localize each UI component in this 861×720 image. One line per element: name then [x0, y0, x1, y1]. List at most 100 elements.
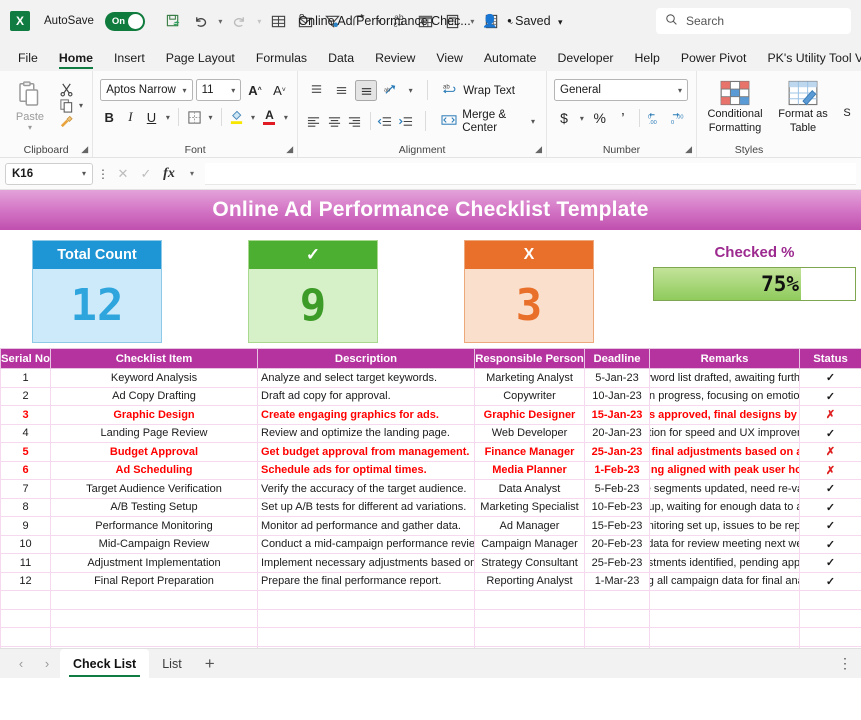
- table-row[interactable]: 3 Graphic Design Create engaging graphics …: [0, 405, 861, 425]
- cell-serial-no[interactable]: 3: [0, 405, 51, 425]
- cell-status[interactable]: ✓: [799, 479, 861, 499]
- undo-icon[interactable]: [188, 8, 214, 34]
- cell-remarks[interactable]: Key adjustments identified, pending appr…: [649, 553, 800, 573]
- cell-empty[interactable]: [257, 590, 475, 610]
- font-size-combo[interactable]: 11 ▾: [195, 79, 242, 101]
- cell-status[interactable]: ✗: [799, 442, 861, 462]
- cell-deadline[interactable]: 1-Mar-23: [584, 571, 650, 591]
- cell-serial-no[interactable]: 11: [0, 553, 51, 573]
- format-painter-icon[interactable]: [56, 114, 76, 129]
- cell-description[interactable]: Set up A/B tests for different ad variat…: [257, 497, 475, 517]
- cell-remarks[interactable]: Scheduling aligned with peak user hours: [649, 460, 800, 480]
- number-dialog-launcher-icon[interactable]: ◢: [685, 144, 692, 155]
- accounting-format-button[interactable]: $: [554, 107, 574, 129]
- cell-status[interactable]: ✓: [799, 386, 861, 406]
- table-row[interactable]: 9 Performance Monitoring Monitor ad perfor…: [0, 516, 861, 536]
- cell-description[interactable]: Review and optimize the landing page.: [257, 423, 475, 443]
- cell-responsible-person[interactable]: Media Planner: [474, 460, 585, 480]
- table-row[interactable]: 10 Mid-Campaign Review Conduct a mid-campa…: [0, 534, 861, 554]
- tab-help[interactable]: Help: [625, 48, 670, 71]
- cell-deadline[interactable]: 1-Feb-23: [584, 460, 650, 480]
- table-row[interactable]: 11 Adjustment Implementation Implement nec…: [0, 553, 861, 573]
- cell-deadline[interactable]: 20-Jan-23: [584, 423, 650, 443]
- cell-status[interactable]: ✓: [799, 534, 861, 554]
- cell-remarks[interactable]: Concepts approved, final designs by end …: [649, 405, 800, 425]
- column-header-status[interactable]: Status: [799, 348, 861, 369]
- cell-description[interactable]: Create engaging graphics for ads.: [257, 405, 475, 425]
- wrap-text-button[interactable]: ab Wrap Text: [439, 80, 519, 101]
- cell-empty[interactable]: [649, 608, 800, 628]
- conditional-formatting-button[interactable]: Conditional Formatting: [704, 77, 766, 136]
- fill-color-dropdown-icon[interactable]: ▾: [249, 106, 258, 128]
- italic-button[interactable]: I: [121, 106, 139, 128]
- cell-empty[interactable]: [50, 608, 258, 628]
- column-header-serial-no[interactable]: Serial No.: [0, 348, 51, 369]
- align-right-button[interactable]: [346, 111, 364, 132]
- tab-file[interactable]: File: [8, 48, 48, 71]
- cell-checklist-item[interactable]: Target Audience Verification: [50, 479, 258, 499]
- cell-empty[interactable]: [799, 608, 861, 628]
- cell-remarks[interactable]: Prepare data for review meeting next wee…: [649, 534, 800, 554]
- cell-deadline[interactable]: 15-Jan-23: [584, 405, 650, 425]
- cell-deadline[interactable]: 10-Jan-23: [584, 386, 650, 406]
- table-row[interactable]: 7 Target Audience Verification Verify the …: [0, 479, 861, 499]
- align-center-button[interactable]: [326, 111, 344, 132]
- insert-function-icon[interactable]: fx: [159, 166, 179, 182]
- tab-home[interactable]: Home: [49, 48, 103, 71]
- cell-serial-no[interactable]: 8: [0, 497, 51, 517]
- cell-empty[interactable]: [584, 608, 650, 628]
- saved-status[interactable]: • Saved: [507, 14, 550, 28]
- cell-empty[interactable]: [0, 627, 51, 647]
- table-row[interactable]: 2 Ad Copy Drafting Draft ad copy for appro…: [0, 386, 861, 406]
- cell-remarks[interactable]: Pending final adjustments based on ad te…: [649, 442, 800, 462]
- cell-remarks[interactable]: Tests setup, waiting for enough data to …: [649, 497, 800, 517]
- chevron-right-icon[interactable]: ›: [34, 656, 60, 671]
- cell-description[interactable]: Schedule ads for optimal times.: [257, 460, 475, 480]
- cell-serial-no[interactable]: 10: [0, 534, 51, 554]
- merge-center-dropdown-icon[interactable]: ▾: [531, 117, 535, 126]
- more-options-icon[interactable]: ⋮: [838, 655, 853, 672]
- table-row[interactable]: 6 Ad Scheduling Schedule ads for optimal t…: [0, 460, 861, 480]
- name-box-dropdown-icon[interactable]: ▾: [82, 169, 86, 178]
- underline-button[interactable]: U: [142, 106, 160, 128]
- cell-responsible-person[interactable]: Reporting Analyst: [474, 571, 585, 591]
- cell-empty[interactable]: [474, 590, 585, 610]
- cell-description[interactable]: Analyze and select target keywords.: [257, 368, 475, 388]
- font-name-combo[interactable]: Aptos Narrow ▾: [100, 79, 193, 101]
- cell-responsible-person[interactable]: Marketing Analyst: [474, 368, 585, 388]
- percent-style-button[interactable]: %: [590, 107, 610, 129]
- accounting-dropdown-icon[interactable]: ▾: [577, 107, 587, 129]
- cell-checklist-item[interactable]: Ad Scheduling: [50, 460, 258, 480]
- cell-checklist-item[interactable]: Landing Page Review: [50, 423, 258, 443]
- cell-empty[interactable]: [584, 590, 650, 610]
- cell-responsible-person[interactable]: Strategy Consultant: [474, 553, 585, 573]
- undo-dropdown-icon[interactable]: ▾: [215, 8, 226, 34]
- chevron-left-icon[interactable]: ‹: [8, 656, 34, 671]
- cell-serial-no[interactable]: 1: [0, 368, 51, 388]
- alignment-dialog-launcher-icon[interactable]: ◢: [535, 144, 542, 155]
- cell-serial-no[interactable]: 4: [0, 423, 51, 443]
- cell-status[interactable]: ✗: [799, 405, 861, 425]
- increase-font-size-button[interactable]: A ^: [244, 79, 266, 101]
- tab-developer[interactable]: Developer: [547, 48, 623, 71]
- confirm-icon[interactable]: ✓: [136, 166, 156, 182]
- cell-checklist-item[interactable]: Performance Monitoring: [50, 516, 258, 536]
- cell-empty[interactable]: [50, 590, 258, 610]
- cell-responsible-person[interactable]: Finance Manager: [474, 442, 585, 462]
- align-left-button[interactable]: [305, 111, 323, 132]
- decrease-indent-button[interactable]: [376, 111, 394, 132]
- cell-responsible-person[interactable]: Data Analyst: [474, 479, 585, 499]
- increase-indent-button[interactable]: [397, 111, 415, 132]
- comma-style-button[interactable]: ’: [613, 107, 633, 129]
- cell-description[interactable]: Verify the accuracy of the target audien…: [257, 479, 475, 499]
- cell-empty[interactable]: [799, 590, 861, 610]
- tab-formulas[interactable]: Formulas: [246, 48, 317, 71]
- table-row-empty[interactable]: [0, 608, 861, 628]
- cell-serial-no[interactable]: 9: [0, 516, 51, 536]
- decrease-decimal-button[interactable]: 0.00: [669, 107, 689, 129]
- table-row-empty[interactable]: [0, 590, 861, 610]
- cell-remarks[interactable]: Daily monitoring set up, issues to be re…: [649, 516, 800, 536]
- underline-dropdown-icon[interactable]: ▾: [164, 106, 173, 128]
- table-row[interactable]: 12 Final Report Preparation Prepare the fi…: [0, 571, 861, 591]
- align-middle-button[interactable]: [330, 80, 352, 101]
